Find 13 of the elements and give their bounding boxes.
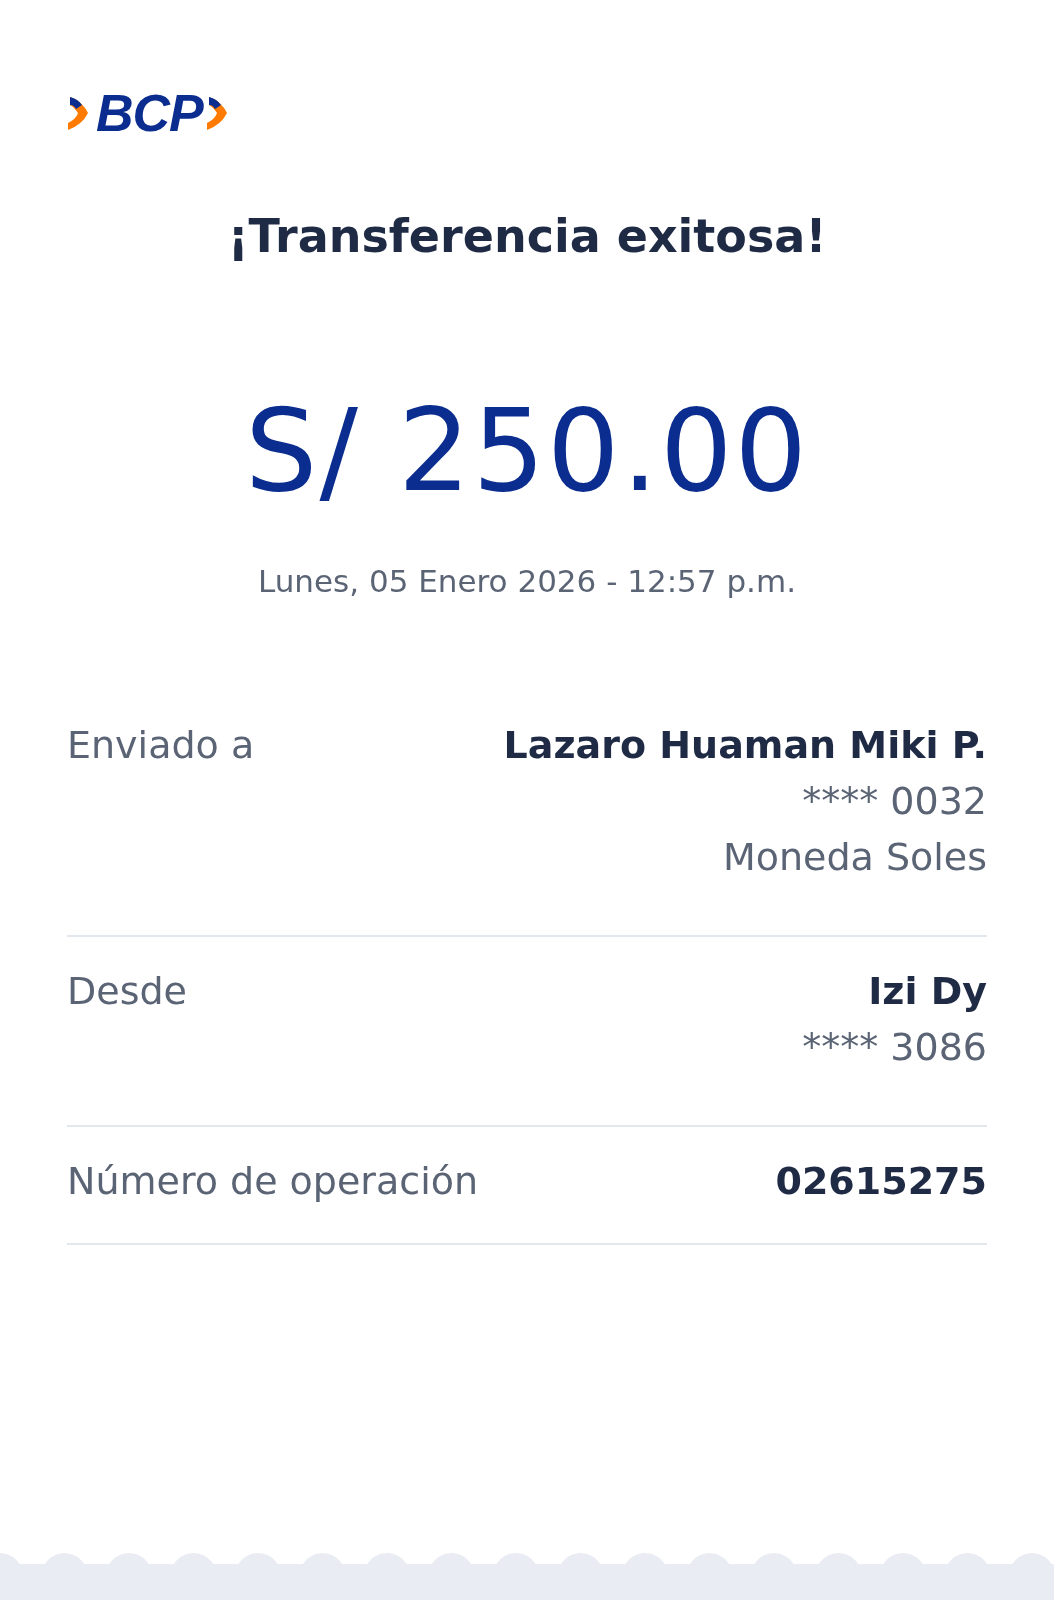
- detail-value: Moneda Soles: [722, 834, 987, 881]
- detail-value: **** 3086: [802, 1024, 987, 1071]
- logo-text: BCP: [96, 90, 203, 136]
- date-time: Lunes, 05 Enero 2026 - 12:57 p.m.: [257, 562, 797, 601]
- success-title: ¡Transferencia exitosa!: [226, 208, 828, 265]
- detail-label: Número de operación: [67, 1158, 479, 1205]
- detail-label: Desde: [67, 968, 187, 1015]
- detail-value: Lazaro Huaman Miki P.: [503, 722, 987, 769]
- detail-label: Enviado a: [67, 722, 255, 769]
- detail-value: 02615275: [775, 1158, 987, 1205]
- amount: S/ 250.00: [244, 386, 810, 516]
- detail-value: Izi Dy: [868, 968, 987, 1015]
- detail-value: **** 0032: [802, 778, 987, 825]
